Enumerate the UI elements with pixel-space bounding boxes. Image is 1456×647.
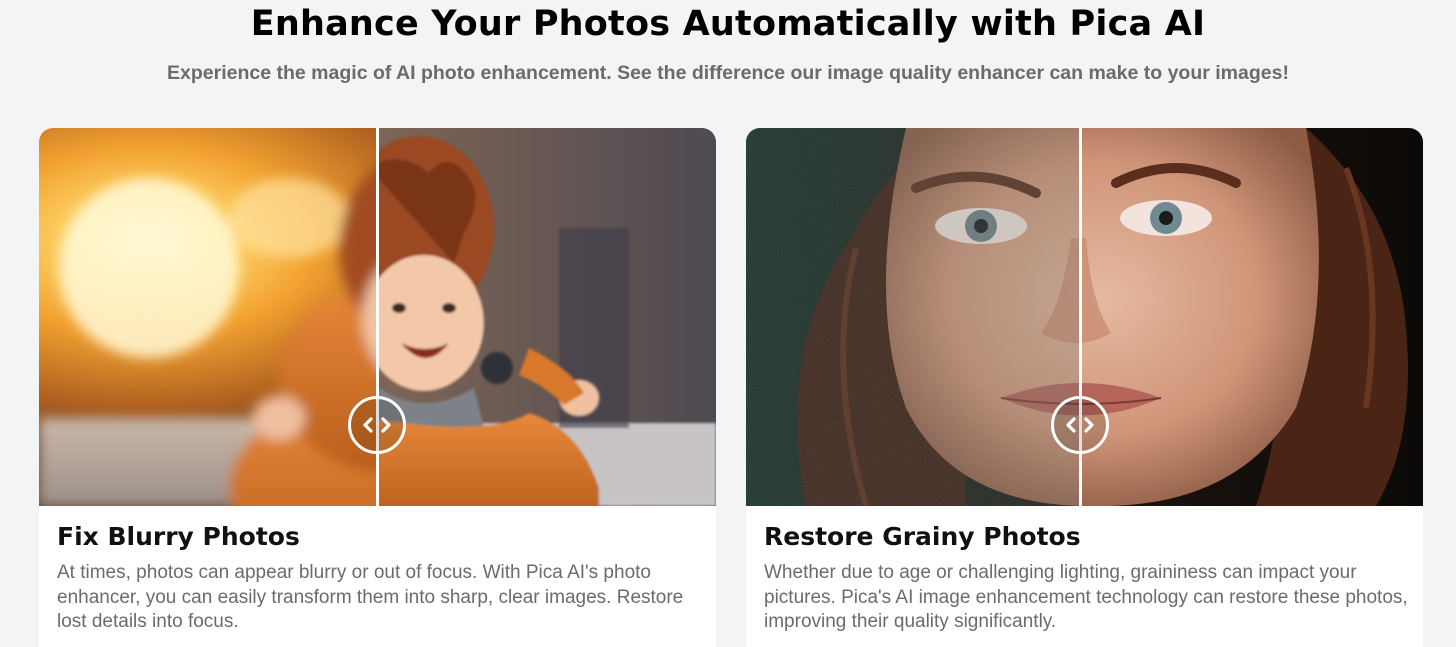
feature-card-fix-blurry: Fix Blurry Photos At times, photos can a… — [39, 128, 716, 647]
chevron-left-right-icon — [363, 417, 391, 433]
card-title: Fix Blurry Photos — [57, 522, 300, 551]
compare-handle[interactable] — [1051, 396, 1109, 454]
card-description: At times, photos can appear blurry or ou… — [57, 562, 684, 632]
compare-handle[interactable] — [348, 396, 406, 454]
chevron-left-right-icon — [1066, 417, 1094, 433]
page-title: Enhance Your Photos Automatically with P… — [250, 4, 1206, 44]
before-after-compare[interactable] — [746, 128, 1423, 506]
feature-card-restore-grainy: Restore Grainy Photos Whether due to age… — [746, 128, 1423, 647]
page-subtitle: Experience the magic of AI photo enhance… — [167, 62, 1289, 84]
card-description: Whether due to age or challenging lighti… — [764, 562, 1408, 632]
card-title: Restore Grainy Photos — [764, 522, 1081, 551]
before-after-compare[interactable] — [39, 128, 716, 506]
